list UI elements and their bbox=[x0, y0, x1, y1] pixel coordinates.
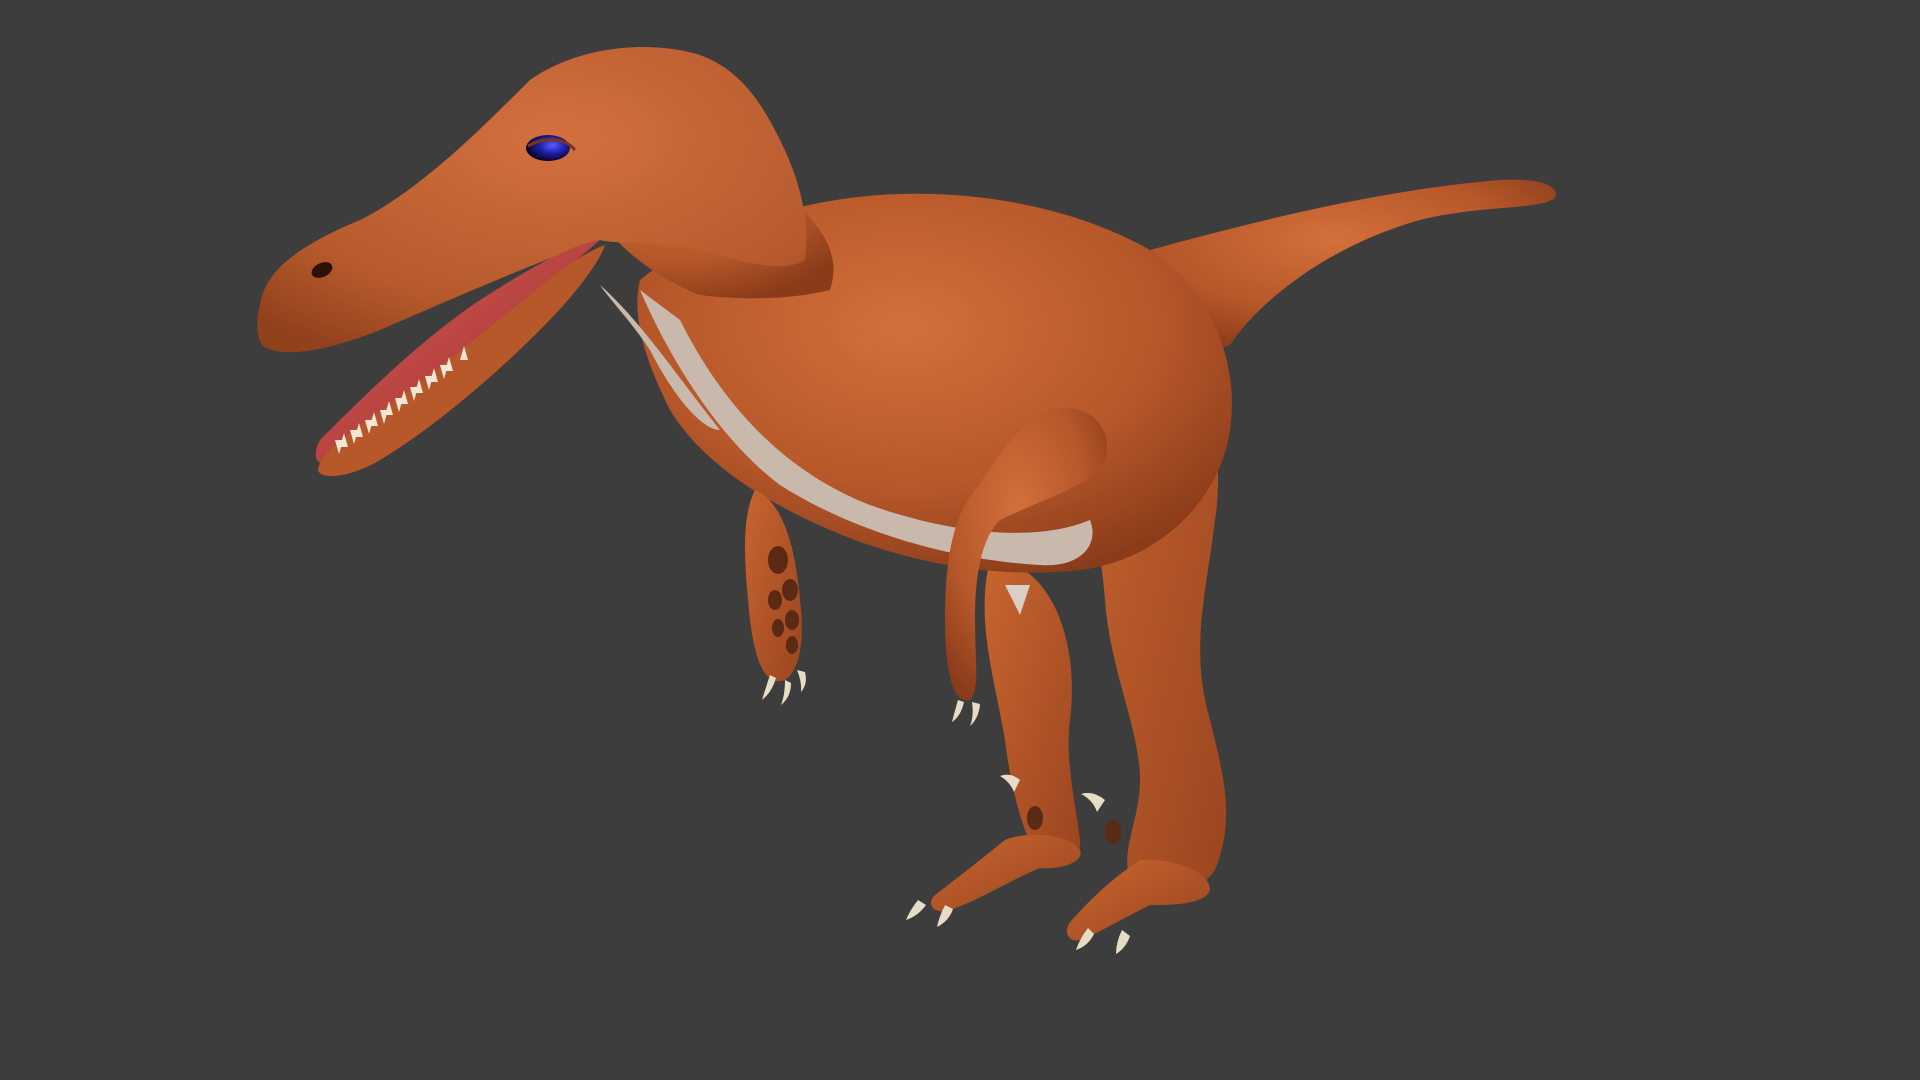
near-foot bbox=[930, 834, 1081, 912]
near-foot-pad bbox=[1027, 806, 1043, 830]
far-foot bbox=[1066, 859, 1210, 941]
near-arm-claws bbox=[952, 700, 980, 726]
far-foot-pad bbox=[1105, 820, 1121, 844]
dinosaur-render bbox=[257, 47, 1556, 954]
3d-viewport[interactable] bbox=[0, 0, 1920, 1080]
